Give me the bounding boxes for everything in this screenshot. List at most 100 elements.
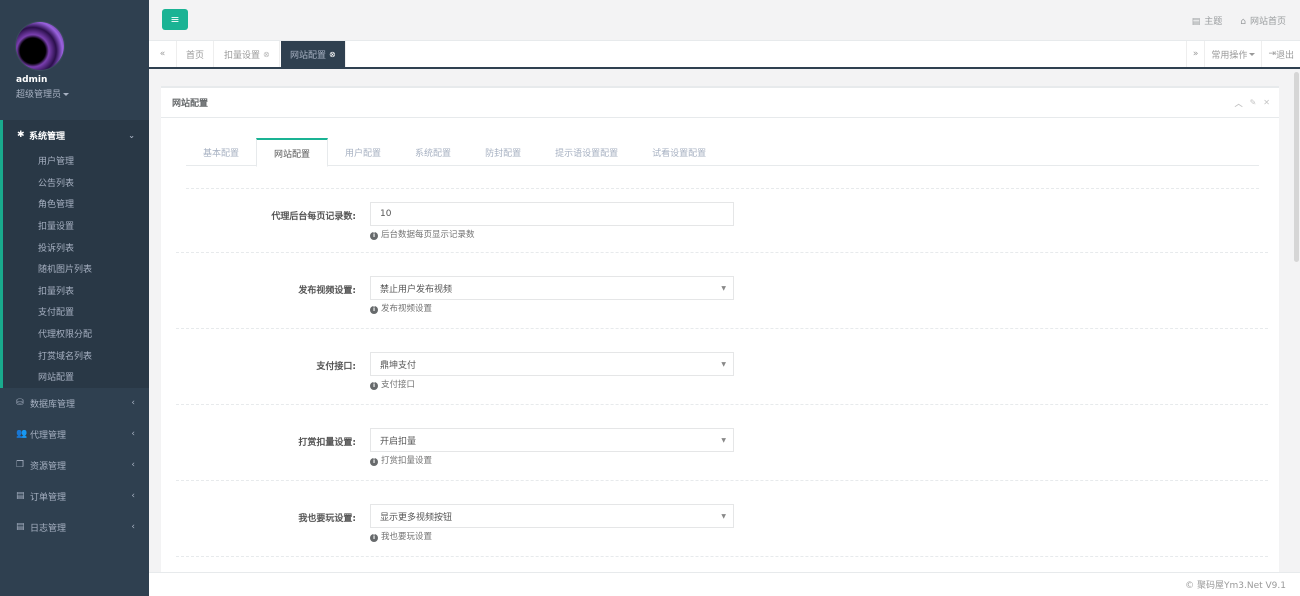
config-tab[interactable]: 提示语设置配置 xyxy=(538,138,635,166)
tabs-scroll-right-button[interactable]: » xyxy=(1185,41,1205,67)
chevron-left-icon: ‹ xyxy=(131,522,135,533)
scrollbar-thumb[interactable] xyxy=(1294,72,1299,262)
close-icon[interactable]: ⊗ xyxy=(263,50,270,59)
sidebar-item[interactable]: 支付配置 xyxy=(3,301,149,323)
help-text: i 我也要玩设置 xyxy=(370,530,432,542)
sidebar-group[interactable]: ▤ 日志管理 ‹ xyxy=(0,512,149,543)
sidebar-item[interactable]: 随机图片列表 xyxy=(3,258,149,280)
info-icon: i xyxy=(370,382,378,390)
panel-title-bar: 网站配置 ︿ ✎ ✕ xyxy=(161,88,1279,118)
records-per-page-input[interactable]: 10 xyxy=(370,202,734,226)
theme-link[interactable]: ▤ 主题 xyxy=(1192,14,1223,27)
sidebar-group[interactable]: ⛁ 数据库管理 ‹ xyxy=(0,388,149,419)
tabs-scroll-left-button[interactable]: « xyxy=(149,41,177,67)
home-link[interactable]: ⌂ 网站首页 xyxy=(1240,14,1286,27)
caret-down-icon xyxy=(1249,52,1256,56)
logout-icon: ⇥ xyxy=(1268,49,1276,59)
sidebar-item[interactable]: 公告列表 xyxy=(3,172,149,194)
sidebar-group-label: 订单管理 xyxy=(30,492,67,503)
form-select[interactable]: 显示更多视频按钮 ▼ xyxy=(370,504,734,528)
sidebar-item[interactable]: 网站配置 xyxy=(3,366,149,388)
sidebar-item[interactable]: 用户管理 xyxy=(3,150,149,172)
sidebar-group[interactable]: ▤ 订单管理 ‹ xyxy=(0,481,149,512)
config-tabs: 基本配置 网站配置 用户配置 系统配置 防封配置 提示语设置配置 试看设置配置 xyxy=(186,138,1259,167)
help-label: 我也要玩设置 xyxy=(381,532,433,542)
logout-button[interactable]: ⇥ 退出 xyxy=(1261,41,1300,67)
common-ops-dropdown[interactable]: 常用操作 xyxy=(1204,41,1261,67)
form-select[interactable]: 禁止用户发布视频 ▼ xyxy=(370,276,734,300)
page-tab-site-config[interactable]: 网站配置 ⊗ xyxy=(281,41,346,67)
sidebar-group[interactable]: 👥 代理管理 ‹ xyxy=(0,419,149,450)
close-icon[interactable]: ✕ xyxy=(1263,98,1270,109)
select-value: 开启扣量 xyxy=(380,436,417,447)
sidebar-group-label: 数据库管理 xyxy=(30,399,76,410)
config-tab[interactable]: 系统配置 xyxy=(398,138,468,166)
close-icon[interactable]: ⊗ xyxy=(329,50,336,59)
form-row: 支付接口: 鼎坤支付 ▼ i 支付接口 xyxy=(176,328,1268,404)
nav-group-system: ✱ 系统管理 ⌄ 用户管理 公告列表 角色管理 扣量设置 投诉列表 随机图片列表 扣量列表支… xyxy=(0,120,149,388)
sidebar-item[interactable]: 投诉列表 xyxy=(3,236,149,258)
menu-toggle-button[interactable]: ≡ xyxy=(162,9,188,30)
panel-title: 网站配置 xyxy=(172,99,209,109)
nav-head-system[interactable]: ✱ 系统管理 ⌄ xyxy=(3,120,149,150)
help-label: 发布视频设置 xyxy=(381,304,433,314)
dropdown-arrow-icon: ▼ xyxy=(721,436,726,444)
info-icon: i xyxy=(370,306,378,314)
chevron-left-icon: ‹ xyxy=(131,491,135,502)
home-icon: ⌂ xyxy=(1240,17,1246,27)
dropdown-arrow-icon: ▼ xyxy=(721,360,726,368)
double-left-icon: « xyxy=(159,49,166,59)
config-tab[interactable]: 基本配置 xyxy=(186,138,256,166)
collapse-icon[interactable]: ︿ xyxy=(1235,98,1243,109)
profile-role[interactable]: 超级管理员 xyxy=(16,87,149,100)
sidebar-group[interactable]: ❐ 资源管理 ‹ xyxy=(0,450,149,481)
footer: © 聚码屋Ym3.Net V9.1 xyxy=(149,572,1300,596)
footer-text: © 聚码屋Ym3.Net V9.1 xyxy=(1185,581,1286,591)
sidebar-item[interactable]: 扣量列表 xyxy=(3,280,149,302)
profile-name[interactable]: admin xyxy=(16,75,149,85)
sidebar-item[interactable]: 角色管理 xyxy=(3,193,149,215)
help-text: i 打赏扣量设置 xyxy=(370,454,432,466)
theme-label: 主题 xyxy=(1204,17,1223,27)
common-ops-label: 常用操作 xyxy=(1211,50,1248,61)
page-tab-home[interactable]: 首页 xyxy=(177,41,215,67)
sidebar-item[interactable]: 代理权限分配 xyxy=(3,323,149,345)
dropdown-arrow-icon: ▼ xyxy=(721,284,726,292)
sidebar-group-label: 代理管理 xyxy=(30,430,67,441)
users-icon: 👥 xyxy=(16,429,28,440)
help-text: i 发布视频设置 xyxy=(370,302,432,314)
caret-down-icon xyxy=(63,93,70,96)
page-tab-deduction[interactable]: 扣量设置 ⊗ xyxy=(215,41,280,67)
gear-icon: ✱ xyxy=(17,130,25,140)
tab-tools: » 常用操作 ⇥ 退出 xyxy=(1185,41,1300,67)
wrench-icon[interactable]: ✎ xyxy=(1250,98,1257,109)
sidebar: admin 超级管理员 ✱ 系统管理 ⌄ 用户管理 公告列表 角色管理 扣量设置 投诉列… xyxy=(0,0,149,596)
avatar[interactable] xyxy=(16,22,64,70)
config-tab[interactable]: 试看设置配置 xyxy=(635,138,723,166)
page-tab-label: 首页 xyxy=(186,50,205,61)
topbar: ≡ ▤ 主题 ⌂ 网站首页 xyxy=(149,0,1300,41)
form-row: 发布视频设置: 禁止用户发布视频 ▼ i 发布视频设置 xyxy=(176,252,1268,328)
form-row: 打赏扣量设置: 开启扣量 ▼ i 打赏扣量设置 xyxy=(176,404,1268,480)
sidebar-item[interactable]: 打赏域名列表 xyxy=(3,344,149,366)
info-icon: i xyxy=(370,458,378,466)
select-value: 鼎坤支付 xyxy=(380,360,417,371)
config-tab[interactable]: 网站配置 xyxy=(256,138,329,167)
hamburger-icon: ≡ xyxy=(170,13,180,26)
config-tab[interactable]: 用户配置 xyxy=(328,138,398,166)
form-row: 我也要玩设置: 显示更多视频按钮 ▼ i 我也要玩设置 xyxy=(176,480,1268,556)
theme-icon: ▤ xyxy=(1191,17,1201,27)
home-label: 网站首页 xyxy=(1249,17,1286,27)
chevron-down-icon: ⌄ xyxy=(128,130,135,140)
help-label: 支付接口 xyxy=(381,380,416,390)
form-select[interactable]: 开启扣量 ▼ xyxy=(370,428,734,452)
double-right-icon: » xyxy=(1192,49,1199,59)
form-divider xyxy=(176,556,1268,557)
list-icon: ▤ xyxy=(16,491,25,502)
page-tab-label: 扣量设置 xyxy=(224,50,261,61)
sidebar-item[interactable]: 扣量设置 xyxy=(3,215,149,237)
sidebar-group-label: 资源管理 xyxy=(30,461,67,472)
form-select[interactable]: 鼎坤支付 ▼ xyxy=(370,352,734,376)
nav-head-label: 系统管理 xyxy=(29,131,66,142)
config-tab[interactable]: 防封配置 xyxy=(468,138,538,166)
